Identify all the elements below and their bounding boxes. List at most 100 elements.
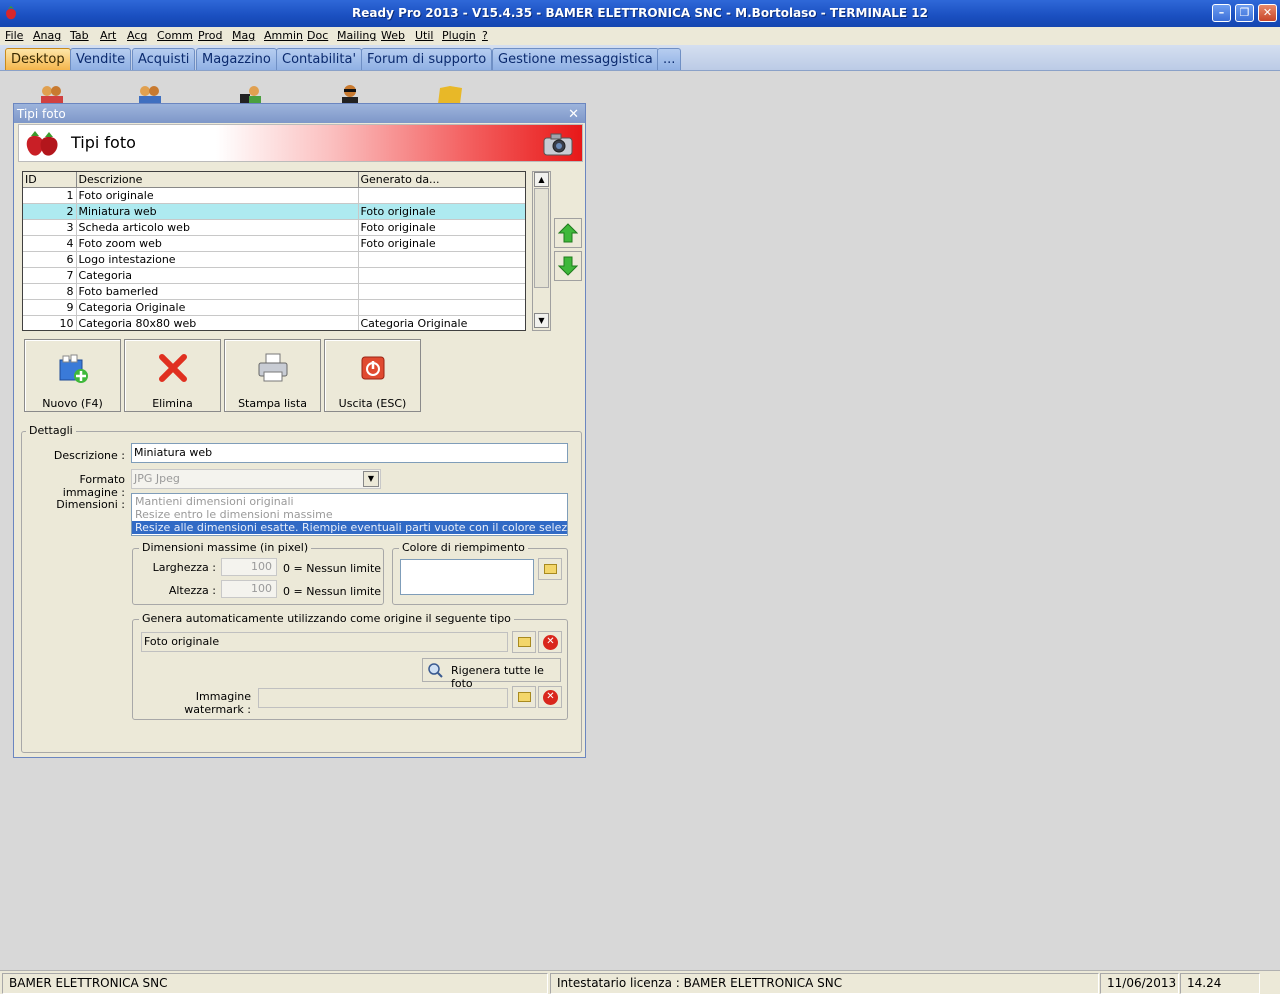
origine-clear-button[interactable]: ✕ — [538, 631, 562, 653]
cell-descrizione: Foto bamerled — [76, 283, 359, 300]
dialog-close-button[interactable]: ✕ — [568, 105, 579, 125]
table-row[interactable]: 10 Categoria 80x80 web Categoria Origina… — [23, 315, 525, 330]
origine-browse-button[interactable] — [512, 631, 536, 653]
clear-x-icon: ✕ — [543, 635, 558, 650]
cell-id: 7 — [23, 267, 77, 284]
tab-vendite[interactable]: Vendite — [70, 48, 132, 70]
tab-magazzino[interactable]: Magazzino — [196, 48, 277, 70]
colore-browse-button[interactable] — [538, 558, 562, 580]
menu-mag[interactable]: Mag — [232, 29, 255, 42]
cell-id: 6 — [23, 251, 77, 268]
table-row[interactable]: 8 Foto bamerled — [23, 283, 525, 300]
watermark-browse-button[interactable] — [512, 686, 536, 708]
status-date: 11/06/2013 — [1100, 973, 1179, 994]
arrow-down-icon — [558, 256, 578, 276]
larghezza-input[interactable]: 100 — [221, 558, 277, 576]
elimina-button[interactable]: Elimina — [124, 339, 221, 412]
larghezza-hint: 0 = Nessun limite — [283, 562, 382, 575]
agents-icon[interactable] — [136, 84, 164, 104]
operator-icon[interactable] — [336, 84, 364, 104]
tab-contabilita[interactable]: Contabilita' — [276, 48, 363, 70]
watermark-field[interactable] — [258, 688, 508, 708]
watermark-clear-button[interactable]: ✕ — [538, 686, 562, 708]
grid-scrollbar[interactable]: ▲ ▼ — [532, 171, 551, 331]
table-row[interactable]: 9 Categoria Originale — [23, 299, 525, 316]
menu-util[interactable]: Util — [415, 29, 433, 42]
dialog-banner: Tipi foto — [18, 124, 583, 162]
move-down-button[interactable] — [554, 251, 582, 281]
watermark-label: Immagine watermark : — [184, 690, 251, 716]
column-header-generato[interactable]: Generato da... — [358, 172, 525, 188]
formato-immagine-select[interactable]: JPG Jpeg ▼ — [131, 469, 381, 489]
table-row[interactable]: 1 Foto originale — [23, 187, 525, 204]
cell-generato — [358, 283, 525, 300]
origine-tipo-field[interactable]: Foto originale — [141, 632, 508, 652]
uscita-label: Uscita (ESC) — [338, 397, 407, 410]
menu-ammin[interactable]: Ammin — [264, 29, 303, 42]
menu-anag[interactable]: Anag — [33, 29, 61, 42]
nuovo-button[interactable]: Nuovo (F4) — [24, 339, 121, 412]
menu-mailing[interactable]: Mailing — [337, 29, 376, 42]
menu-help[interactable]: ? — [482, 29, 488, 42]
column-header-id[interactable]: ID — [23, 172, 77, 188]
cell-id: 4 — [23, 235, 77, 252]
menu-plugin[interactable]: Plugin — [442, 29, 476, 42]
uscita-button[interactable]: Uscita (ESC) — [324, 339, 421, 412]
scroll-thumb[interactable] — [534, 188, 549, 288]
title-bar: Ready Pro 2013 - V15.4.35 - BAMER ELETTR… — [0, 0, 1280, 27]
status-time: 14.24 — [1180, 973, 1260, 994]
menu-doc[interactable]: Doc — [307, 29, 328, 42]
menu-tab[interactable]: Tab — [70, 29, 89, 42]
move-up-button[interactable] — [554, 218, 582, 248]
menu-web[interactable]: Web — [381, 29, 405, 42]
close-window-button[interactable]: ✕ — [1258, 4, 1277, 22]
menu-prod[interactable]: Prod — [198, 29, 222, 42]
chevron-down-icon[interactable]: ▼ — [363, 471, 379, 487]
folder-desktop-icon[interactable] — [436, 84, 464, 104]
stampa-lista-button[interactable]: Stampa lista — [224, 339, 321, 412]
descrizione-input[interactable]: Miniatura web — [131, 443, 568, 463]
cell-id: 1 — [23, 187, 77, 204]
tab-more[interactable]: ... — [657, 48, 682, 70]
column-header-descrizione[interactable]: Descrizione — [76, 172, 359, 188]
formato-immagine-value: JPG Jpeg — [134, 472, 180, 485]
table-row[interactable]: 7 Categoria — [23, 267, 525, 284]
dimensioni-option[interactable]: Mantieni dimensioni originali — [132, 495, 567, 508]
magnifier-icon — [428, 663, 443, 678]
tipi-foto-grid[interactable]: ID Descrizione Generato da... 1 Foto ori… — [22, 171, 526, 331]
menu-art[interactable]: Art — [100, 29, 116, 42]
minimize-button[interactable]: – — [1212, 4, 1231, 22]
cell-generato: Categoria Originale — [358, 315, 525, 330]
scroll-down-arrow[interactable]: ▼ — [534, 313, 549, 328]
table-row[interactable]: 6 Logo intestazione — [23, 251, 525, 268]
altezza-input[interactable]: 100 — [221, 580, 277, 598]
tab-desktop[interactable]: Desktop — [5, 48, 71, 70]
tipi-foto-dialog: Tipi foto ✕ Tipi foto ID Descrizione Gen… — [13, 103, 586, 758]
menu-comm[interactable]: Comm — [157, 29, 193, 42]
suppliers-icon[interactable] — [236, 84, 264, 104]
tab-forum[interactable]: Forum di supporto — [361, 48, 493, 70]
rigenera-button[interactable]: Rigenera tutte le foto — [422, 658, 561, 690]
table-row[interactable]: 4 Foto zoom web Foto originale — [23, 235, 525, 252]
dimensioni-option-selected[interactable]: Resize alle dimensioni esatte. Riempie e… — [132, 521, 567, 534]
scroll-up-arrow[interactable]: ▲ — [534, 172, 549, 187]
cell-descrizione: Categoria 80x80 web — [76, 315, 359, 330]
stampa-lista-label: Stampa lista — [238, 397, 307, 410]
menu-file[interactable]: File — [5, 29, 23, 42]
larghezza-label: Larghezza : — [152, 561, 216, 574]
maximize-button[interactable]: ❐ — [1235, 4, 1254, 22]
banner-title: Tipi foto — [71, 133, 136, 152]
cell-id: 3 — [23, 219, 77, 236]
exit-power-icon — [361, 356, 385, 380]
colore-swatch[interactable] — [400, 559, 534, 595]
dimensioni-listbox[interactable]: Mantieni dimensioni originali Resize ent… — [131, 493, 568, 536]
cell-descrizione: Miniatura web — [76, 203, 359, 220]
table-row-selected[interactable]: 2 Miniatura web Foto originale — [23, 203, 525, 220]
tab-bar: Desktop Vendite Acquisti Magazzino Conta… — [0, 45, 1280, 71]
tab-acquisti[interactable]: Acquisti — [132, 48, 196, 70]
menu-acq[interactable]: Acq — [127, 29, 147, 42]
table-row[interactable]: 3 Scheda articolo web Foto originale — [23, 219, 525, 236]
tab-messaggistica[interactable]: Gestione messaggistica — [492, 48, 659, 70]
dimensioni-option[interactable]: Resize entro le dimensioni massime — [132, 508, 567, 521]
customers-icon[interactable] — [38, 84, 66, 104]
